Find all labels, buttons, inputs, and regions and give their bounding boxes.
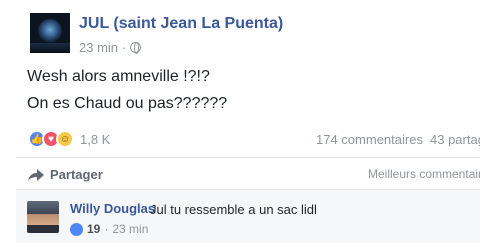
comment-text: Jul tu ressemble a un sac lidl [150, 202, 317, 217]
divider [16, 157, 480, 158]
share-label: Partager [50, 167, 103, 182]
comment-timestamp[interactable]: 23 min [112, 222, 148, 236]
share-arrow-icon [28, 168, 44, 181]
best-comments-dropdown[interactable]: Meilleurs commentaires [368, 167, 480, 181]
reactions-summary[interactable]: 👍 ♥ ☺ 1,8 K [28, 130, 110, 148]
post-text-line-2: On es Chaud ou pas?????? [27, 95, 228, 112]
post-text-line-1: Wesh alors amneville !?!? [27, 68, 210, 85]
avatar-ground [30, 43, 70, 53]
globe-icon [130, 42, 142, 54]
shares-count-link[interactable]: 43 partages [430, 132, 480, 147]
page-name-link[interactable]: JUL (saint Jean La Puenta) [79, 15, 283, 33]
commenter-avatar[interactable] [27, 201, 59, 233]
post-timestamp[interactable]: 23 min [79, 40, 118, 55]
haha-icon: ☺ [56, 130, 74, 148]
comment-meta: 19 · 23 min [70, 222, 148, 236]
comment-like-count[interactable]: 19 [87, 222, 100, 236]
avatar-glow [38, 19, 62, 43]
like-icon [70, 222, 83, 236]
reactions-count: 1,8 K [80, 131, 111, 147]
meta-separator: · [122, 40, 127, 55]
page-avatar[interactable] [30, 13, 70, 53]
comments-count-link[interactable]: 174 commentaires [316, 132, 423, 147]
post-card: JUL (saint Jean La Puenta) 23 min · Wesh… [0, 0, 480, 243]
post-meta: 23 min · [79, 40, 142, 55]
share-button[interactable]: Partager [28, 167, 103, 182]
comment-author-link[interactable]: Willy Douglas [70, 201, 155, 216]
meta-separator: · [104, 222, 109, 236]
